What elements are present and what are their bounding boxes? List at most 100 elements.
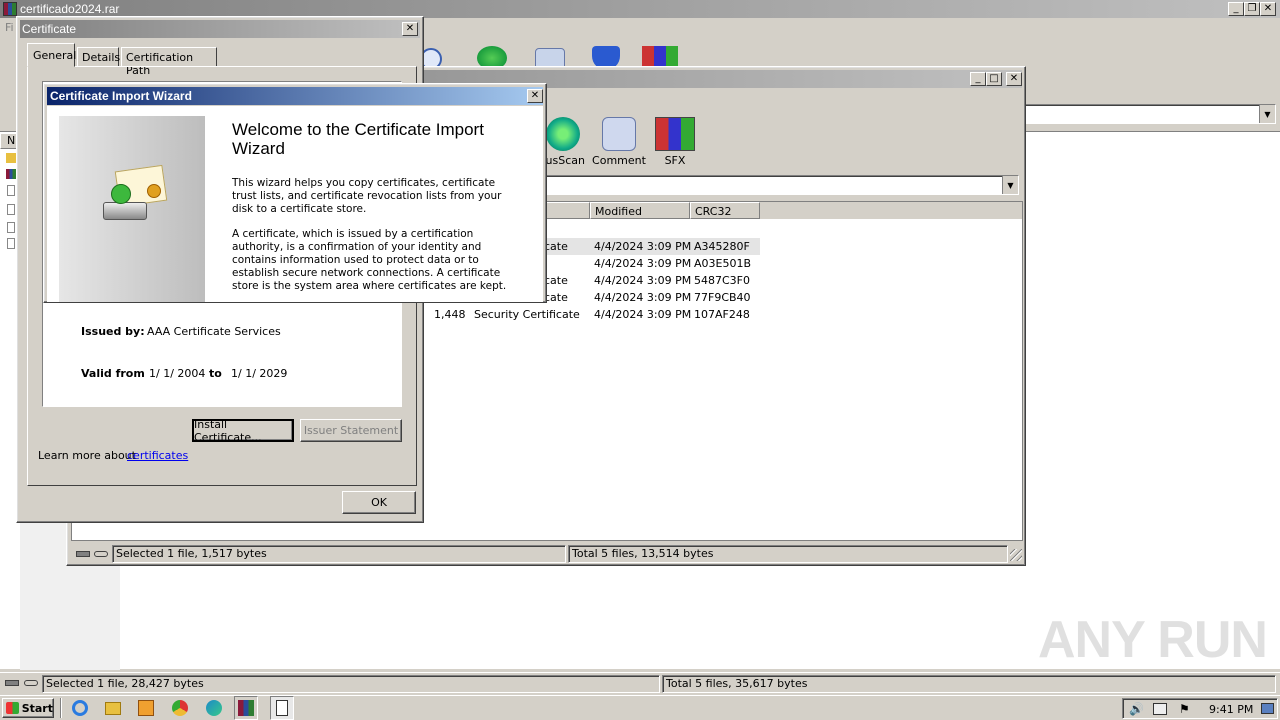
certificate-title-bar[interactable]: Certificate ✕ <box>20 20 420 38</box>
key-icon <box>94 551 108 557</box>
wizard-title-text: Certificate Import Wizard <box>50 89 192 103</box>
file-icon <box>7 185 15 196</box>
cell-type: cate <box>544 274 568 287</box>
start-button[interactable]: Start <box>2 698 54 718</box>
green-arrow-icon <box>111 184 131 204</box>
certificates-link[interactable]: certificates <box>127 449 188 462</box>
main-status-left-text: Selected 1 file, 28,427 bytes <box>46 677 204 690</box>
valid-from-label: Valid from <box>81 367 145 380</box>
wizard-paragraph-1: This wizard helps you copy certificates,… <box>232 177 502 215</box>
wizard-side-panel <box>59 116 205 302</box>
cell-modified: 4/4/2024 3:09 PM <box>594 274 692 287</box>
main-status-left: Selected 1 file, 28,427 bytes <box>42 675 660 693</box>
network-icon[interactable] <box>1153 703 1167 715</box>
tab-details[interactable]: Details <box>77 47 121 67</box>
ok-button[interactable]: OK <box>342 491 416 514</box>
file-icon <box>7 238 15 249</box>
cell-modified: 4/4/2024 3:09 PM <box>594 291 692 304</box>
cell-type: cate <box>544 291 568 304</box>
issuer-statement-button[interactable]: Issuer Statement <box>300 419 402 442</box>
install-certificate-button[interactable]: Install Certificate... <box>192 417 294 444</box>
certificate-close-button[interactable]: ✕ <box>402 22 418 36</box>
certificate-title-text: Certificate <box>22 22 77 36</box>
wizard-paragraph-2: A certificate, which is issued by a cert… <box>232 228 507 292</box>
resize-grip-icon[interactable] <box>1010 549 1022 561</box>
main-status-right: Total 5 files, 35,617 bytes <box>662 675 1276 693</box>
seal-icon <box>147 184 161 198</box>
start-label: Start <box>21 701 53 715</box>
chrome-icon[interactable] <box>168 696 192 720</box>
certificate-import-icon <box>101 164 173 228</box>
virusscan-icon <box>546 117 580 151</box>
file-icon <box>7 222 15 233</box>
install-certificate-label: Install Certificate... <box>194 417 262 444</box>
winrar-taskbar-icon[interactable] <box>234 696 258 720</box>
column-header-type[interactable] <box>544 202 590 219</box>
drive-icon <box>76 551 90 557</box>
menu-file-fragment[interactable]: Fi <box>5 21 14 34</box>
volume-icon[interactable]: 🔊 <box>1129 702 1144 716</box>
inner-minimize-button[interactable]: _ <box>970 72 986 86</box>
cell-modified: 4/4/2024 3:09 PM <box>594 308 692 321</box>
ok-label: OK <box>371 496 387 509</box>
main-status-bar: Selected 1 file, 28,427 bytes Total 5 fi… <box>0 672 1280 694</box>
comment-tool-button[interactable]: Comment <box>589 117 649 167</box>
virusscan-label: rusScan <box>541 154 585 167</box>
cell-size: 1,448 <box>434 308 466 321</box>
sfx-icon <box>655 117 695 151</box>
bg-toolbar-icons <box>420 44 690 70</box>
file-icon <box>7 204 15 215</box>
certificate-taskbar-icon[interactable] <box>270 696 294 720</box>
show-desktop-icon[interactable] <box>1261 703 1274 714</box>
folder-icon <box>6 153 16 163</box>
learn-more-text: Learn more about <box>38 449 136 462</box>
inner-maximize-button[interactable]: □ <box>986 72 1002 86</box>
taskbar-divider <box>60 698 62 718</box>
tab-general[interactable]: General <box>27 43 76 67</box>
clock[interactable]: 9:41 PM <box>1209 703 1253 716</box>
drive-icon <box>103 202 147 220</box>
dropdown-arrow-icon[interactable]: ▼ <box>1002 176 1018 194</box>
comment-icon <box>602 117 636 151</box>
internet-explorer-icon[interactable] <box>68 696 92 720</box>
winrar-app-icon <box>3 2 17 16</box>
issued-by-label: Issued by: <box>81 325 145 338</box>
tab-certification-path[interactable]: Certification Path <box>121 47 217 77</box>
cell-type: cate <box>544 240 568 253</box>
wizard-heading: Welcome to the Certificate Import Wizard <box>232 120 484 158</box>
close-button[interactable]: ✕ <box>1260 2 1276 16</box>
cell-crc: 107AF248 <box>694 308 750 321</box>
inner-status-left-text: Selected 1 file, 1,517 bytes <box>116 547 267 560</box>
rar-icon <box>6 169 16 179</box>
file-explorer-icon[interactable] <box>101 696 125 720</box>
wizard-close-button[interactable]: ✕ <box>527 89 543 103</box>
taskbar: Start 🔊 ⚑ 9:41 PM <box>0 695 1280 720</box>
restore-button[interactable]: ❐ <box>1244 2 1260 16</box>
dropdown-arrow-icon[interactable]: ▼ <box>1259 105 1275 123</box>
sfx-tool-button[interactable]: SFX <box>645 117 705 167</box>
windows-logo-icon <box>6 702 19 714</box>
flag-icon[interactable]: ⚑ <box>1179 702 1190 716</box>
issuer-statement-label: Issuer Statement <box>303 424 399 437</box>
media-player-icon[interactable] <box>134 696 158 720</box>
column-header-modified-label: Modified <box>595 205 642 218</box>
cell-crc: A03E501B <box>694 257 752 270</box>
main-address-bar[interactable]: ▼ <box>1020 104 1276 124</box>
sfx-bg-icon <box>642 46 678 68</box>
column-header-modified[interactable]: Modified <box>590 202 690 219</box>
edge-icon[interactable] <box>202 696 226 720</box>
minimize-button[interactable]: _ <box>1228 2 1244 16</box>
table-row[interactable]: 1,448 Security Certificate 4/4/2024 3:09… <box>420 306 760 323</box>
cell-crc: 77F9CB40 <box>694 291 751 304</box>
inner-path-dropdown[interactable]: ▼ <box>545 175 1019 195</box>
tab-details-label: Details <box>82 51 121 64</box>
key-icon <box>24 680 38 686</box>
inner-close-button[interactable]: ✕ <box>1006 72 1022 86</box>
wizard-title-bar[interactable]: Certificate Import Wizard ✕ <box>47 87 543 105</box>
inner-status-right-text: Total 5 files, 13,514 bytes <box>572 547 714 560</box>
import-wizard-dialog: Certificate Import Wizard ✕ Welcome to t… <box>43 83 547 303</box>
cell-modified: 4/4/2024 3:09 PM <box>594 257 692 270</box>
column-header-crc[interactable]: CRC32 <box>690 202 760 219</box>
inner-status-bar: Selected 1 file, 1,517 bytes Total 5 fil… <box>70 545 1022 563</box>
sfx-label: SFX <box>664 154 686 167</box>
